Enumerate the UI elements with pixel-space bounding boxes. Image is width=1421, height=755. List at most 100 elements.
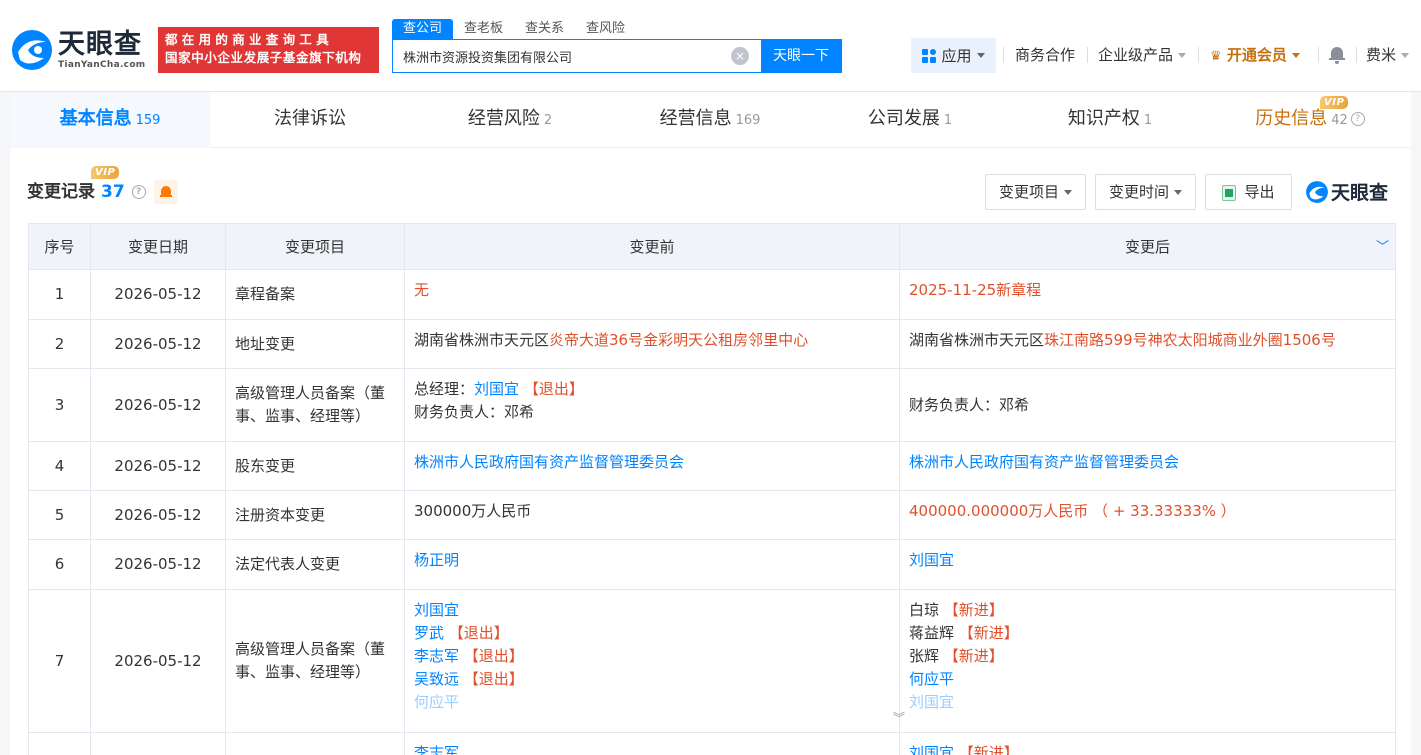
tab-company-development[interactable]: 公司发展 1: [810, 92, 1010, 148]
change-date: 2026-05-12: [90, 589, 226, 733]
change-item: 章程备案: [225, 269, 405, 320]
person-link[interactable]: 刘国宜: [474, 380, 519, 398]
change-item: [225, 732, 405, 755]
row-number: 7: [28, 589, 91, 733]
person-link[interactable]: 刘国宜: [909, 744, 954, 755]
person-link[interactable]: 刘国宜: [909, 551, 954, 569]
company-detail-card: 基本信息 159 法律诉讼 经营风险 2 经营信息 169 公司发展 1 知识产权 1 V…: [10, 92, 1411, 755]
chevron-down-icon: [1178, 53, 1187, 58]
column-header: 变更后 ﹀: [899, 223, 1396, 270]
enterprise-products-menu[interactable]: 企业级产品: [1098, 45, 1187, 65]
chevron-down-icon: [1401, 53, 1410, 58]
tianyancha-logo-icon: [1306, 180, 1328, 203]
person-link[interactable]: 杨正明: [414, 551, 459, 569]
tab-count: 1: [943, 113, 953, 128]
apps-menu-button[interactable]: 应用: [911, 38, 996, 73]
row-number: 6: [28, 539, 91, 590]
search-input[interactable]: [393, 40, 731, 72]
divider: [1198, 47, 1199, 63]
table-row: 李志军 刘国宜 【新进】: [28, 732, 1396, 755]
row-number: [28, 732, 91, 755]
export-button[interactable]: 导出: [1205, 174, 1292, 210]
person-name: 蒋益辉: [909, 624, 955, 642]
person-link[interactable]: 罗武: [414, 624, 444, 642]
column-header: 变更前: [404, 223, 900, 270]
filter-change-item-dropdown[interactable]: 变更项目: [985, 174, 1086, 210]
shareholder-link[interactable]: 株洲市人民政府国有资产监督管理委员会: [414, 453, 684, 471]
before-value: 株洲市人民政府国有资产监督管理委员会: [404, 441, 900, 491]
chevron-down-icon: [1291, 53, 1300, 58]
tab-history-info[interactable]: VIP 历史信息 42?: [1210, 92, 1410, 148]
person-link[interactable]: 刘国宜: [909, 693, 954, 711]
brand-name: 天眼查: [58, 28, 142, 60]
export-label: 导出: [1244, 183, 1275, 201]
tab-business-risk[interactable]: 经营风险 2: [410, 92, 610, 148]
table-row: 3 2026-05-12 高级管理人员备案（董事、监事、经理等） 总经理：刘国宜…: [28, 368, 1396, 442]
column-header-label: 变更后: [1124, 238, 1170, 256]
tab-legal[interactable]: 法律诉讼: [210, 92, 410, 148]
change-date: [90, 732, 226, 755]
search-tab-relation[interactable]: 查关系: [514, 19, 575, 39]
new-tag: 【新进】: [943, 601, 1004, 619]
column-header: 变更项目: [225, 223, 405, 270]
person-link[interactable]: 吴致远: [414, 670, 459, 688]
person-link[interactable]: 李志军: [414, 744, 459, 755]
search-tab-boss[interactable]: 查老板: [453, 19, 514, 39]
help-icon[interactable]: ?: [1350, 112, 1365, 126]
person-link[interactable]: 何应平: [909, 670, 954, 688]
search-button[interactable]: 天眼一下: [761, 40, 841, 72]
exit-tag: 【退出】: [523, 380, 584, 398]
after-value: 株洲市人民政府国有资产监督管理委员会: [899, 441, 1396, 491]
bell-icon[interactable]: [1329, 46, 1345, 64]
change-item: 股东变更: [225, 441, 405, 491]
row-number: 2: [28, 319, 91, 369]
tab-intellectual-property[interactable]: 知识产权 1: [1010, 92, 1210, 148]
brand-logo[interactable]: 天眼查 TianYanCha.com: [10, 28, 145, 72]
after-value: 财务负责人：邓希: [899, 368, 1396, 442]
tab-label: 历史信息: [1255, 108, 1328, 129]
tab-business-info[interactable]: 经营信息 169: [610, 92, 810, 148]
change-item: 地址变更: [225, 319, 405, 369]
clear-icon[interactable]: ×: [731, 47, 749, 65]
address-prefix: 湖南省株洲市天元区: [414, 331, 550, 349]
search-tab-risk[interactable]: 查风险: [575, 19, 636, 39]
exit-tag: 【退出】: [448, 624, 509, 642]
crown-icon: ♛: [1210, 49, 1222, 64]
before-value: 刘国宜 罗武 【退出】 李志军 【退出】 吴致远 【退出】 何应平 ︾: [404, 589, 905, 733]
chevron-down-icon: [1174, 190, 1182, 195]
slogan-banner: 都在用的商业查询工具 国家中小企业发展子基金旗下机构: [158, 27, 379, 73]
table-row: 1 2026-05-12 章程备案 无 2025-11-25新章程: [28, 269, 1396, 320]
tab-basic-info[interactable]: 基本信息 159: [10, 92, 210, 148]
exit-tag: 【退出】: [463, 670, 524, 688]
change-date: 2026-05-12: [90, 269, 226, 320]
open-vip-label: 开通会员: [1226, 46, 1287, 64]
search-bar: × 天眼一下: [392, 39, 842, 73]
tab-count: 1: [1143, 113, 1153, 128]
new-tag: 【新进】: [958, 744, 1019, 755]
shareholder-link[interactable]: 株洲市人民政府国有资产监督管理委员会: [909, 453, 1179, 471]
column-header: 序号: [28, 223, 91, 270]
after-value: 刘国宜: [899, 539, 1396, 590]
open-vip-menu[interactable]: ♛ 开通会员: [1210, 45, 1300, 67]
address-changed-part: 炎帝大道36号金彩明天公租房邻里中心: [549, 331, 809, 349]
brand-domain: TianYanCha.com: [58, 59, 146, 70]
collapse-all-icon[interactable]: ﹀: [1376, 236, 1389, 255]
change-date: 2026-05-12: [90, 539, 226, 590]
bell-icon[interactable]: [153, 180, 178, 204]
person-link[interactable]: 何应平: [414, 693, 459, 711]
tab-label: 法律诉讼: [274, 108, 346, 129]
help-icon[interactable]: ?: [131, 185, 146, 199]
user-menu[interactable]: 费米: [1366, 45, 1410, 65]
expand-more-icon[interactable]: ︾: [893, 707, 905, 730]
column-header: 变更日期: [90, 223, 226, 270]
search-tab-company[interactable]: 查公司: [392, 19, 454, 39]
role-line: 财务负责人：邓希: [414, 403, 535, 421]
person-link[interactable]: 李志军: [414, 647, 459, 665]
person-link[interactable]: 刘国宜: [414, 601, 459, 619]
change-item: 注册资本变更: [225, 490, 405, 540]
business-cooperation-link[interactable]: 商务合作: [1015, 45, 1075, 65]
tab-label: 基本信息: [59, 108, 132, 129]
table-header-row: 序号 变更日期 变更项目 变更前 变更后 ﹀: [28, 223, 1396, 270]
filter-change-time-dropdown[interactable]: 变更时间: [1095, 174, 1196, 210]
apps-grid-icon: [922, 48, 937, 63]
